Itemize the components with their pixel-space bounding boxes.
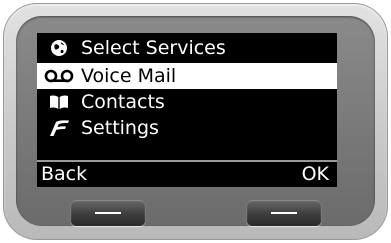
display-screen: Select Services Voice Mail Contacts Sett…: [37, 33, 337, 187]
book-icon: [37, 89, 81, 115]
softkey-bar: Back OK: [37, 160, 337, 187]
minus-icon: [95, 212, 121, 214]
menu-item-voice-mail[interactable]: Voice Mail: [37, 63, 337, 89]
menu-item-settings[interactable]: Settings: [37, 115, 337, 141]
minus-icon: [271, 212, 297, 214]
softkey-ok-label[interactable]: OK: [302, 162, 329, 187]
menu-item-select-services[interactable]: Select Services: [37, 35, 337, 61]
menu-item-contacts[interactable]: Contacts: [37, 89, 337, 115]
softkey-back-label[interactable]: Back: [41, 162, 87, 187]
menu-item-label: Voice Mail: [81, 65, 177, 87]
menu-item-label: Contacts: [81, 91, 165, 113]
voicemail-icon: [37, 63, 81, 89]
menu-item-label: Select Services: [81, 37, 226, 59]
right-softkey-button[interactable]: [247, 200, 321, 226]
globe-services-icon: [37, 35, 81, 61]
menu-item-label: Settings: [81, 117, 159, 139]
left-softkey-button[interactable]: [71, 200, 145, 226]
settings-icon: [37, 115, 81, 141]
